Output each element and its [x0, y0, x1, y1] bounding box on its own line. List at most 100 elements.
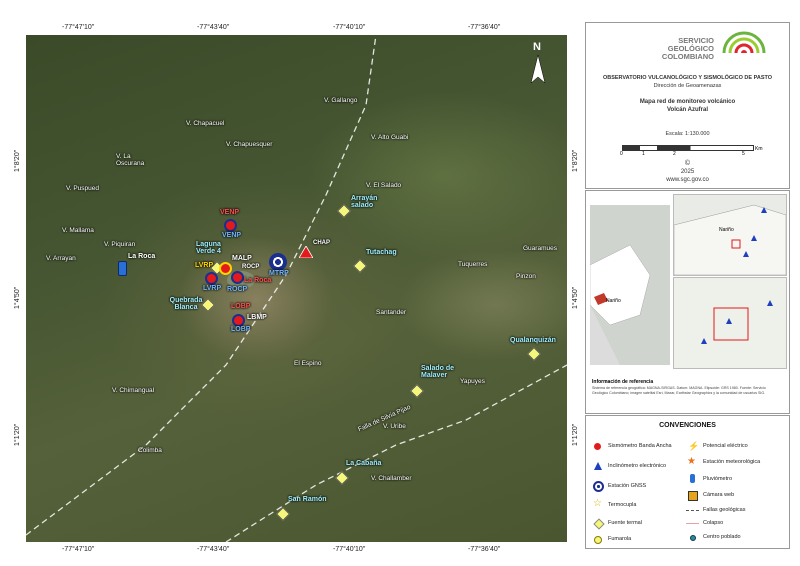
copyright-year: 2025	[680, 169, 695, 175]
legend-gnss: Estación GNSS	[608, 483, 647, 489]
station-chap-label: CHAP	[313, 240, 331, 246]
thermocouple-icon: ☆	[593, 498, 602, 509]
north-arrow: N	[528, 41, 548, 85]
inset-zoom-shape	[701, 300, 773, 344]
scale-text: Escala: 1:130.000	[665, 131, 710, 137]
site-quebrada-blanca: Quebrada Blanca	[169, 297, 203, 311]
label-la-roca: La Roca	[244, 277, 272, 284]
reference-text: Sistema de referencia geográfica: MAGNA-…	[592, 386, 766, 395]
electric-potential-icon: ⚡	[688, 441, 700, 451]
reference-heading: Información de referencia	[592, 379, 654, 385]
station-chap-icon[interactable]	[299, 246, 313, 258]
station-mtrp[interactable]	[269, 253, 287, 271]
coord-right-3: 1°1'20"	[572, 423, 579, 446]
legend-faults: Fallas geológicas	[703, 507, 746, 513]
place-v-chimangual: V. Chimangual	[112, 387, 155, 394]
station-venp-bottom-label: VENP	[222, 232, 242, 239]
satellite-map[interactable]: N V. Chapacuel V. Chapuesquer V. Gallang…	[26, 35, 567, 542]
station-lvrp-top-label: LVRP	[195, 262, 214, 269]
place-guaramues: Guaramues	[523, 245, 557, 252]
place-v-chapuesquer: V. Chapuesquer	[226, 141, 273, 148]
station-lvrp[interactable]	[205, 272, 218, 285]
station-rocp-top-label: ROCP	[242, 264, 260, 270]
inset-narino-map[interactable]: Nariño	[673, 194, 787, 276]
scale-unit: Km	[755, 146, 763, 152]
scale-tick-0: 0	[620, 151, 623, 157]
coord-bottom-1: -77°47'10"	[62, 546, 95, 553]
station-lobp-top-label: LOBP	[231, 303, 251, 310]
place-tuquerres: Tuquerres	[458, 261, 488, 268]
coord-right-2: 1°4'50"	[572, 286, 579, 309]
inset-label-narino-2: Nariño	[719, 227, 734, 233]
site-tutachag: Tutachag	[366, 249, 397, 256]
station-mtrp-label: MTRP	[269, 270, 289, 277]
coord-bottom-4: -77°36'40"	[468, 546, 501, 553]
place-v-gallango: V. Gallango	[324, 97, 358, 104]
rain-gauge-la-roca[interactable]	[118, 261, 127, 276]
sgc-url[interactable]: www.sgc.gov.co	[586, 177, 789, 183]
station-lvrp-bottom-label: LVRP	[203, 285, 222, 292]
place-pinzon: Pinzon	[516, 273, 536, 280]
legend-weather-station: Estación meteorológica	[703, 459, 761, 465]
site-qualanquizan: Qualanquizán	[510, 337, 556, 344]
coord-left-3: 1°1'20"	[14, 423, 21, 446]
legend-populated-center: Centro poblado	[703, 534, 741, 540]
legend-electric-potential: Potencial eléctrico	[703, 443, 748, 449]
map-title: Mapa red de monitoreo volcánico	[639, 99, 736, 105]
weather-station-icon: ★	[687, 456, 696, 467]
legend-heading: CONVENCIONES	[659, 422, 716, 429]
station-rocp[interactable]	[231, 271, 244, 284]
place-v-challamber: V. Challamber	[371, 475, 412, 482]
legend-thermocouple: Termocupla	[608, 502, 637, 508]
legend-seismometer: Sismómetro Banda Ancha	[608, 443, 672, 449]
station-malp[interactable]	[219, 262, 232, 275]
coord-bottom-3: -77°40'10"	[333, 546, 366, 553]
legend-panel: CONVENCIONES Sismómetro Banda Ancha Incl…	[585, 415, 790, 549]
site-arrayan-salado: Arrayán salado	[351, 195, 378, 209]
place-v-la-oscurana: V. La Oscurana	[116, 153, 145, 167]
station-rocp-bottom-label: ROCP	[227, 286, 248, 293]
map-overlay	[26, 35, 567, 542]
station-lbmp-label: LBMP	[247, 314, 267, 321]
volcano-name: Volcán Azufral	[666, 107, 708, 113]
place-el-espino: El Espino	[294, 360, 322, 367]
station-venp-top-label: VENP	[220, 209, 240, 216]
gnss-icon	[593, 481, 604, 492]
observatory-name: OBSERVATORIO VULCANOLÓGICO Y SISMOLÓGICO…	[602, 75, 773, 81]
collapse-line-icon	[686, 523, 699, 524]
fault-line-icon	[686, 510, 699, 511]
inset-zoom-map[interactable]	[673, 277, 787, 369]
place-v-alto-guabi: V. Alto Guabi	[371, 134, 409, 141]
coord-left-2: 1°4'50"	[14, 286, 21, 309]
coord-top-3: -77°40'10"	[333, 24, 366, 31]
rain-gauge-icon	[690, 474, 695, 483]
coord-left-1: 1°8'20"	[14, 149, 21, 172]
legend-fumarole: Fumarola	[608, 536, 632, 542]
reference-panel: Nariño Nariño Información de referencia …	[585, 190, 790, 414]
coord-top-1: -77°47'10"	[62, 24, 95, 31]
org-line-3: COLOMBIANO	[661, 52, 714, 61]
coord-top-2: -77°43'40"	[197, 24, 230, 31]
legend-webcam: Cámara web	[703, 492, 735, 498]
scale-tick-2: 2	[673, 151, 676, 157]
sgc-logo-icon	[714, 31, 774, 75]
station-lobp-bottom-label: LOBP	[231, 326, 251, 333]
inset-colombia-map[interactable]: Nariño	[590, 205, 670, 365]
place-v-el-salado: V. El Salado	[366, 182, 402, 189]
site-san-ramon: San Ramón	[288, 496, 327, 503]
place-v-uribe: V. Uribe	[383, 423, 406, 430]
legend-rain-gauge: Pluviómetro	[703, 476, 733, 482]
place-v-arrayan: V. Arrayan	[46, 255, 76, 262]
site-salado-de-malaver: Salado de Malaver	[421, 365, 455, 379]
north-arrow-icon	[530, 55, 546, 84]
place-v-mallama: V. Mallama	[62, 227, 94, 234]
copyright-symbol: ©	[684, 160, 691, 167]
station-venp[interactable]	[224, 219, 237, 232]
site-laguna-verde-4: Laguna Verde 4	[196, 241, 221, 255]
legend-inclinometer: Inclinómetro electrónico	[608, 463, 667, 469]
seismometer-icon	[594, 443, 601, 450]
scale-tick-1: 1	[642, 151, 645, 157]
legend-collapse: Colapso	[703, 520, 724, 526]
coord-right-1: 1°8'20"	[572, 149, 579, 172]
site-la-cabana: La Cabaña	[346, 460, 382, 467]
